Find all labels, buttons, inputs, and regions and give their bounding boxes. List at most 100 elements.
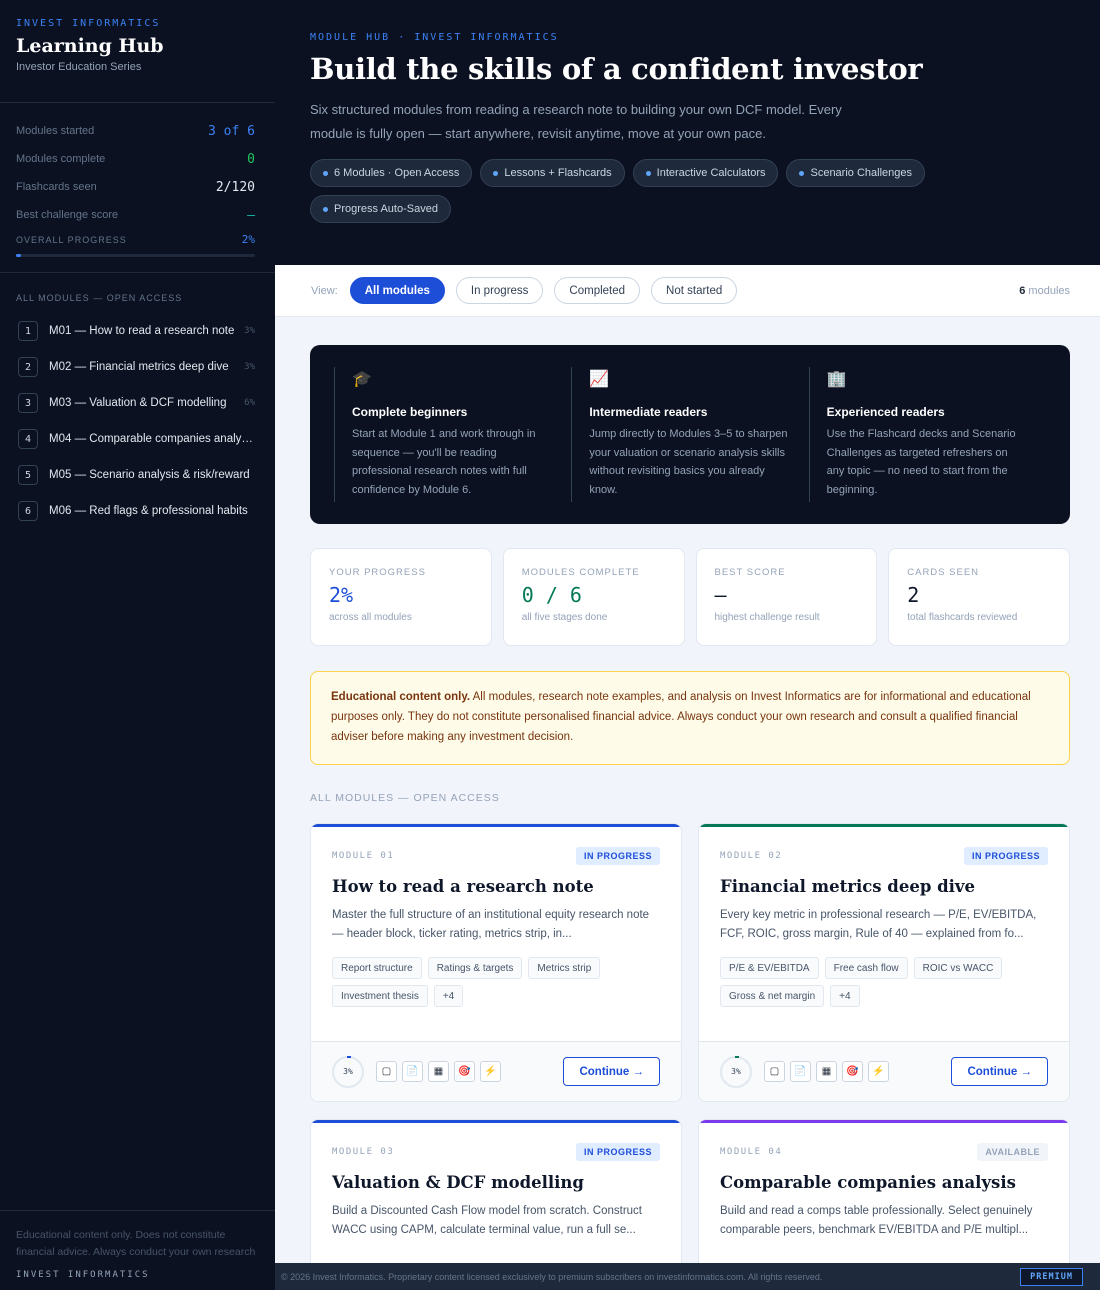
brand-title[interactable]: Learning Hub [16,35,259,57]
topic-tag: P/E & EV/EBITDA [720,957,819,979]
module-card[interactable]: MODULE 01 IN PROGRESS How to read a resear… [310,823,682,1102]
module-name: M02 — Financial metrics deep dive [49,361,229,373]
topic-tag: Ratings & targets [427,957,523,979]
sidebar-module-item[interactable]: 5 M05 — Scenario analysis & risk/reward [18,457,255,493]
module-card[interactable]: MODULE 02 IN PROGRESS Financial metrics de… [698,823,1070,1102]
kpi-label: MODULES COMPLETE [521,567,640,578]
filter-label: View: [311,284,338,297]
card-header: MODULE 02 IN PROGRESS [720,847,1048,865]
chart-up-icon: 📈 [589,371,610,388]
kpi-card: MODULES COMPLETE 0 / 6 all five stages don… [502,548,685,646]
kpi-card: BEST SCORE — highest challenge result [695,548,878,646]
filter-in-progress-button[interactable]: In progress [455,277,544,304]
target-icon[interactable]: 🎯 [454,1061,475,1082]
stat-modules-complete: Modules complete 0 [16,145,255,173]
filter-all-button[interactable]: All modules [349,277,445,304]
hero: MODULE HUB · INVEST INFORMATICS Build th… [275,0,1100,265]
page-title: Build the skills of a confident investor [310,52,923,86]
bullet-dot-icon [323,206,328,212]
lightning-icon[interactable]: ⚡ [868,1061,889,1082]
grid-icon[interactable]: ▦ [816,1061,837,1082]
stat-modules-started: Modules started 3 of 6 [16,117,255,145]
stat-best-score: Best challenge score — [16,201,255,229]
kpi-sub: highest challenge result [714,612,820,623]
document-icon[interactable]: 📄 [402,1061,423,1082]
module-count-number: 6 [1019,284,1026,297]
brand-eyebrow: INVEST INFORMATICS [16,18,161,29]
module-title[interactable]: Valuation & DCF modelling [332,1173,660,1192]
topic-tag: +4 [830,985,860,1007]
module-description: Master the full structure of an institut… [332,909,650,940]
card-header: MODULE 01 IN PROGRESS [332,847,660,865]
module-count: 6 modules [1019,285,1070,297]
card-footer: 3% ▢ 📄 ▦ 🎯 ⚡ Continue → [699,1041,1069,1101]
topic-tag: Investment thesis [332,985,428,1007]
copyright: © 2026 Invest Informatics. Proprietary c… [281,1271,823,1282]
stat-value: — [247,207,255,223]
disclaimer-notice: Educational content only. All modules, r… [310,671,1070,765]
module-title[interactable]: Financial metrics deep dive [720,877,1048,896]
stat-value: 0 [247,151,255,167]
continue-button[interactable]: Continue → [951,1057,1048,1086]
screen-icon[interactable]: ▢ [376,1061,397,1082]
module-number: 1 [18,321,38,341]
card-header: MODULE 04 AVAILABLE [720,1143,1048,1161]
module-progress: 3% [244,326,255,336]
stage-icons: ▢ 📄 ▦ 🎯 ⚡ [764,1061,889,1082]
module-title[interactable]: How to read a research note [332,877,660,896]
audience-column: 📈 Intermediate readers Jump directly to Mo… [571,367,808,502]
status-badge: AVAILABLE [977,1143,1048,1161]
kpi-label: YOUR PROGRESS [329,567,426,578]
audience-panel: 🎓 Complete beginners Start at Module 1 and… [310,345,1070,524]
module-title[interactable]: Comparable companies analysis [720,1173,1048,1192]
audience-text: Start at Module 1 and work through in se… [352,428,536,496]
grid-icon[interactable]: ▦ [428,1061,449,1082]
sidebar-brand: INVEST INFORMATICS Learning Hub Investor… [0,0,275,103]
hero-eyebrow: MODULE HUB · INVEST INFORMATICS [310,32,559,43]
topic-tag: Gross & net margin [720,985,825,1007]
target-icon[interactable]: 🎯 [842,1061,863,1082]
bullet-dot-icon [645,170,651,176]
module-progress: 6% [244,398,255,408]
overall-progress-value: 2% [241,233,255,246]
topic-tag: Free cash flow [824,957,908,979]
topic-tag: +4 [433,985,464,1007]
filter-not-started-button[interactable]: Not started [651,277,738,304]
kpi-sub: all five stages done [521,612,608,623]
module-card[interactable]: MODULE 03 IN PROGRESS Valuation & DCF mode… [310,1119,682,1263]
continue-button[interactable]: Continue → [563,1057,660,1086]
kpi-row: YOUR PROGRESS 2% across all modules MODULES… [310,548,1070,646]
sidebar-module-item[interactable]: 2 M02 — Financial metrics deep dive 3% [18,349,255,385]
card-body: MODULE 01 IN PROGRESS How to read a resear… [311,827,681,1007]
audience-text: Jump directly to Modules 3–5 to sharpen … [589,428,788,496]
screen-icon[interactable]: ▢ [764,1061,785,1082]
kpi-value: 0 / 6 [521,583,582,607]
sidebar-module-item[interactable]: 3 M03 — Valuation & DCF modelling 6% [18,385,255,421]
kpi-label: CARDS SEEN [907,567,980,578]
bullet-dot-icon [799,170,805,176]
brand-subtitle: Investor Education Series [16,61,142,73]
feature-chip: Interactive Calculators [632,159,779,187]
bullet-dot-icon [323,170,328,176]
sidebar-module-item[interactable]: 4 M04 — Comparable companies analysis [18,421,255,457]
graduation-cap-icon: 🎓 [352,371,372,388]
filter-completed-button[interactable]: Completed [554,277,641,304]
module-card[interactable]: MODULE 04 AVAILABLE Comparable companies a… [698,1119,1070,1263]
stat-label: Best challenge score [16,209,119,221]
module-label: MODULE 02 [720,851,783,861]
sidebar-disclaimer: Educational content only. Does not const… [0,1210,275,1262]
feature-chip: 6 Modules · Open Access [310,159,473,187]
stat-label: Modules started [16,125,95,137]
lightning-icon[interactable]: ⚡ [480,1061,501,1082]
module-count-label: modules [1028,284,1070,297]
overall-progress-fill [16,254,21,257]
document-icon[interactable]: 📄 [790,1061,811,1082]
filter-bar: View: All modules In progress Completed … [275,265,1100,317]
kpi-value: 2 [907,583,920,607]
feature-chip: Lessons + Flashcards [480,159,625,187]
sidebar-module-item[interactable]: 1 M01 — How to read a research note 3% [18,313,255,349]
sidebar-module-item[interactable]: 6 M06 — Red flags & professional habits [18,493,255,529]
overall-progress-label: OVERALL PROGRESS [16,234,127,245]
kpi-sub: across all modules [329,612,412,623]
building-icon: 🏢 [826,371,847,388]
